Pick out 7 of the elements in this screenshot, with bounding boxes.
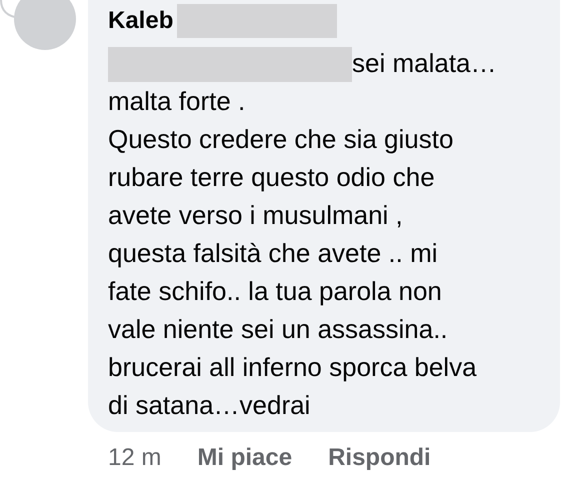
author-name[interactable]: Kaleb: [108, 7, 174, 35]
avatar[interactable]: [14, 0, 76, 50]
action-link[interactable]: Rispondi: [328, 444, 431, 472]
timestamp: 12 m: [108, 444, 162, 472]
comment-text: malta forte . Questo credere che sia giusto rubare terre questo odio che avete verso i musulmani , questa falsità che avete .. mi fate schifo.. la tua parola non vale niente sei un assassina.. brucerai all inferno sporca belva di satana…vedrai: [108, 85, 478, 422]
comment-text: sei malata…: [352, 47, 496, 80]
action-link[interactable]: Mi piace: [197, 444, 292, 472]
